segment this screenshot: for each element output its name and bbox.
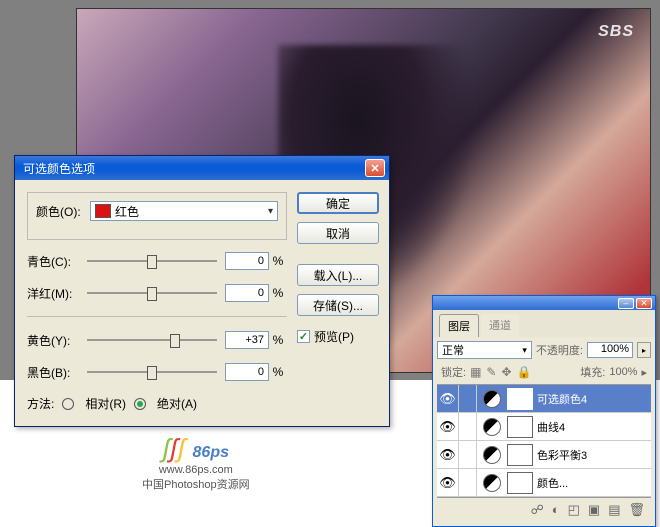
fill-arrow-icon[interactable]: ▸: [641, 366, 647, 379]
adjustment-icon: [483, 418, 501, 436]
new-group-icon[interactable]: ▣: [588, 502, 600, 518]
adjustment-icon: [483, 474, 501, 492]
layer-item[interactable]: 👁 曲线4: [437, 413, 651, 441]
selective-color-dialog: 可选颜色选项 ✕ 颜色(O): 红色 ▾ 青色(C): % 洋红(M):: [14, 155, 390, 427]
adjustment-icon: [483, 446, 501, 464]
add-mask-icon[interactable]: ◰: [568, 502, 580, 518]
method-label: 方法:: [27, 395, 54, 412]
layer-mask-thumb[interactable]: [507, 416, 533, 438]
lock-label: 锁定:: [441, 364, 466, 380]
relative-label: 相对(R): [85, 395, 126, 412]
lock-paint-icon[interactable]: ✎: [486, 365, 496, 379]
opacity-arrow-icon[interactable]: ▸: [637, 342, 651, 358]
panel-titlebar[interactable]: – ✕: [433, 296, 655, 310]
ok-button[interactable]: 确定: [297, 192, 379, 214]
save-button[interactable]: 存储(S)...: [297, 294, 379, 316]
layer-mask-thumb[interactable]: [507, 444, 533, 466]
panel-close-icon[interactable]: ✕: [636, 298, 652, 309]
absolute-radio[interactable]: [134, 398, 146, 410]
tab-channels[interactable]: 通道: [481, 314, 519, 337]
site-logo: ʃʃʃ 86ps www.86ps.com 中国Photoshop资源网: [142, 433, 250, 492]
visibility-icon[interactable]: 👁: [437, 413, 459, 441]
color-value: 红色: [115, 203, 139, 220]
magenta-label: 洋红(M):: [27, 285, 87, 302]
minimize-icon[interactable]: –: [618, 298, 634, 309]
load-button[interactable]: 载入(L)...: [297, 264, 379, 286]
checkbox-icon: ✓: [297, 330, 310, 343]
fill-input[interactable]: 100%: [609, 366, 637, 378]
layer-style-icon[interactable]: ◐: [552, 502, 560, 518]
cyan-label: 青色(C):: [27, 253, 87, 270]
color-select[interactable]: 红色 ▾: [90, 201, 278, 221]
layers-panel: – ✕ 图层 通道 正常 ▾ 不透明度: 100% ▸ 锁定: ▦ ✎ ✥ 🔒 …: [432, 295, 656, 527]
divider: [27, 316, 287, 317]
layer-mask-thumb[interactable]: [507, 472, 533, 494]
chevron-down-icon: ▾: [268, 206, 273, 217]
visibility-icon[interactable]: 👁: [437, 469, 459, 497]
cancel-button[interactable]: 取消: [297, 222, 379, 244]
chevron-down-icon: ▾: [522, 345, 527, 356]
black-slider[interactable]: [87, 363, 217, 381]
link-slot[interactable]: [459, 441, 477, 469]
dialog-title: 可选颜色选项: [23, 160, 365, 177]
blend-mode-select[interactable]: 正常 ▾: [437, 341, 532, 359]
link-slot[interactable]: [459, 385, 477, 413]
layer-name[interactable]: 色彩平衡3: [533, 447, 651, 463]
link-slot[interactable]: [459, 413, 477, 441]
yellow-input[interactable]: [225, 331, 269, 349]
layer-name[interactable]: 曲线4: [533, 419, 651, 435]
absolute-label: 绝对(A): [157, 395, 197, 412]
black-label: 黑色(B):: [27, 364, 87, 381]
dialog-titlebar[interactable]: 可选颜色选项 ✕: [15, 156, 389, 180]
preview-label: 预览(P): [314, 328, 354, 345]
layer-mask-thumb[interactable]: [507, 388, 533, 410]
layer-item[interactable]: 👁 颜色...: [437, 469, 651, 497]
layer-name[interactable]: 颜色...: [533, 475, 651, 491]
magenta-slider[interactable]: [87, 284, 217, 302]
yellow-slider[interactable]: [87, 331, 217, 349]
layer-name[interactable]: 可选颜色4: [533, 391, 651, 407]
color-label: 颜色(O):: [36, 203, 90, 220]
preview-checkbox[interactable]: ✓ 预览(P): [297, 328, 379, 345]
black-input[interactable]: [225, 363, 269, 381]
broadcast-watermark: SBS: [598, 23, 634, 41]
link-slot[interactable]: [459, 469, 477, 497]
link-layers-icon[interactable]: ☍: [531, 502, 544, 518]
lock-position-icon[interactable]: ✥: [501, 365, 511, 379]
lock-transparency-icon[interactable]: ▦: [470, 365, 481, 379]
color-swatch-icon: [95, 204, 111, 218]
relative-radio[interactable]: [62, 398, 74, 410]
layer-item[interactable]: 👁 可选颜色4: [437, 385, 651, 413]
magenta-input[interactable]: [225, 284, 269, 302]
delete-layer-icon[interactable]: 🗑: [628, 502, 645, 518]
cyan-input[interactable]: [225, 252, 269, 270]
lock-all-icon[interactable]: 🔒: [517, 365, 532, 379]
yellow-label: 黄色(Y):: [27, 332, 87, 349]
new-layer-icon[interactable]: ▤: [608, 502, 620, 518]
tab-layers[interactable]: 图层: [439, 314, 479, 337]
opacity-input[interactable]: 100%: [587, 342, 633, 358]
opacity-label: 不透明度:: [536, 342, 583, 358]
layer-item[interactable]: 👁 色彩平衡3: [437, 441, 651, 469]
layers-list: 👁 可选颜色4 👁 曲线4 👁 色彩平衡3 👁: [437, 385, 651, 497]
visibility-icon[interactable]: 👁: [437, 385, 459, 413]
fill-label: 填充:: [580, 364, 605, 380]
cyan-slider[interactable]: [87, 252, 217, 270]
adjustment-icon: [483, 390, 501, 408]
visibility-icon[interactable]: 👁: [437, 441, 459, 469]
close-icon[interactable]: ✕: [365, 159, 385, 177]
